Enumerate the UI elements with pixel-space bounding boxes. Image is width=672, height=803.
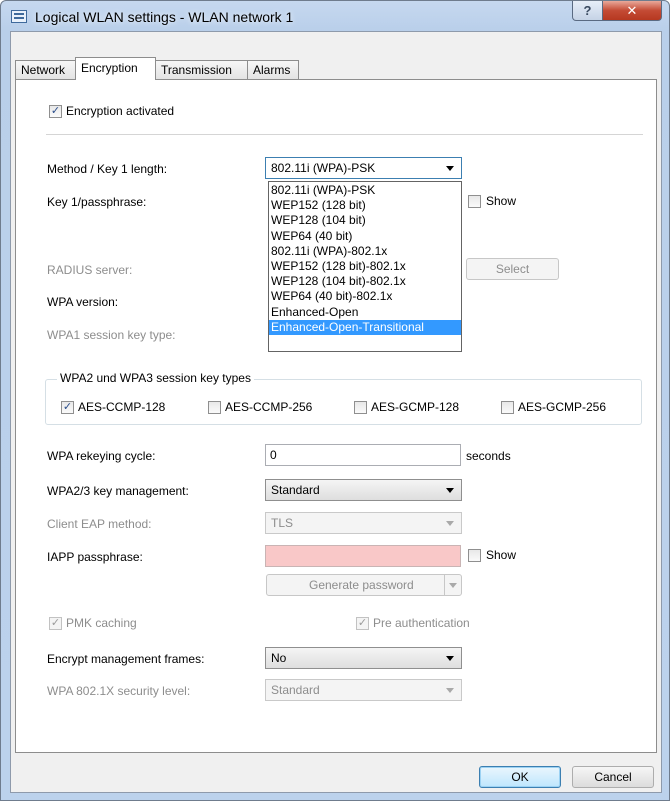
dialog-window: Logical WLAN settings - WLAN network 1 ?… (0, 0, 670, 801)
tab-network[interactable]: Network (15, 60, 76, 79)
tab-transmission[interactable]: Transmission (155, 60, 248, 79)
dropdown-option[interactable]: WEP128 (104 bit) (269, 213, 461, 228)
aes-ccmp-128-label: AES-CCMP-128 (78, 400, 166, 414)
client-eap-value: TLS (271, 516, 294, 530)
management-frames-combobox[interactable]: No (265, 647, 462, 669)
client-eap-label: Client EAP method: (47, 517, 152, 531)
wpa1-session-key-label: WPA1 session key type: (47, 328, 176, 342)
dropdown-option[interactable]: 802.11i (WPA)-PSK (269, 183, 461, 198)
pre-authentication-label: Pre authentication (373, 616, 470, 630)
aes-ccmp-256-checkbox[interactable] (208, 401, 221, 414)
management-frames-value: No (271, 651, 287, 665)
key-passphrase-label: Key 1/passphrase: (47, 195, 147, 209)
chevron-down-icon (446, 521, 454, 526)
help-button[interactable]: ? (572, 1, 603, 21)
dropdown-option[interactable]: Enhanced-Open (269, 305, 461, 320)
dropdown-option[interactable]: WEP64 (40 bit)-802.1x (269, 289, 461, 304)
rekeying-unit: seconds (466, 449, 511, 463)
dropdown-option[interactable]: WEP128 (104 bit)-802.1x (269, 274, 461, 289)
key-management-label: WPA2/3 key management: (47, 484, 189, 498)
chevron-down-icon (446, 166, 454, 171)
security-level-value: Standard (271, 683, 320, 697)
ok-button[interactable]: OK (479, 766, 561, 788)
security-level-label: WPA 802.1X security level: (47, 684, 191, 698)
pmk-caching-checkbox[interactable] (49, 617, 62, 630)
rekeying-label: WPA rekeying cycle: (47, 449, 156, 463)
show-key-checkbox[interactable] (468, 195, 481, 208)
management-frames-label: Encrypt management frames: (47, 652, 205, 666)
pre-authentication-checkbox[interactable] (356, 617, 369, 630)
show-iapp-checkbox[interactable] (468, 549, 481, 562)
encryption-activated-checkbox[interactable] (49, 105, 62, 118)
tab-alarms[interactable]: Alarms (247, 60, 299, 79)
chevron-down-icon (446, 688, 454, 693)
dropdown-option[interactable]: WEP152 (128 bit) (269, 198, 461, 213)
aes-ccmp-128-checkbox[interactable] (61, 401, 74, 414)
generate-password-button[interactable]: Generate password (266, 574, 462, 596)
key-management-value: Standard (271, 483, 320, 497)
chevron-down-icon (446, 488, 454, 493)
method-label: Method / Key 1 length: (47, 162, 168, 176)
aes-gcmp-128-checkbox[interactable] (354, 401, 367, 414)
dropdown-option[interactable]: 802.11i (WPA)-802.1x (269, 244, 461, 259)
aes-gcmp-128-label: AES-GCMP-128 (371, 400, 460, 414)
show-key-label: Show (486, 194, 517, 208)
dropdown-option[interactable]: WEP64 (40 bit) (269, 229, 461, 244)
chevron-down-icon[interactable] (444, 575, 461, 595)
method-value: 802.11i (WPA)-PSK (271, 161, 376, 175)
method-dropdown-list: 802.11i (WPA)-PSK WEP152 (128 bit) WEP12… (268, 181, 462, 352)
aes-gcmp-256-label: AES-GCMP-256 (518, 400, 607, 414)
method-combobox[interactable]: 802.11i (WPA)-PSK (265, 157, 462, 179)
separator (46, 134, 643, 135)
pmk-caching-label: PMK caching (66, 616, 137, 630)
window-title: Logical WLAN settings - WLAN network 1 (35, 9, 294, 25)
select-radius-button[interactable]: Select (466, 258, 559, 280)
iapp-label: IAPP passphrase: (47, 550, 143, 564)
dropdown-option-selected[interactable]: Enhanced-Open-Transitional (269, 319, 461, 335)
dropdown-option[interactable]: WEP152 (128 bit)-802.1x (269, 259, 461, 274)
show-iapp-label: Show (486, 548, 517, 562)
encryption-activated-label: Encryption activated (66, 104, 175, 118)
close-button[interactable]: ✕ (602, 1, 662, 21)
generate-password-label: Generate password (309, 578, 414, 592)
title-bar[interactable]: Logical WLAN settings - WLAN network 1 ?… (1, 1, 669, 31)
rekeying-input[interactable]: 0 (265, 444, 461, 466)
security-level-combobox[interactable]: Standard (265, 679, 462, 701)
chevron-down-icon (446, 656, 454, 661)
wpa-version-label: WPA version: (47, 295, 119, 309)
app-window-icon (11, 10, 27, 23)
aes-gcmp-256-checkbox[interactable] (501, 401, 514, 414)
radius-server-label: RADIUS server: (47, 263, 133, 277)
session-key-types-title: WPA2 und WPA3 session key types (57, 371, 254, 385)
cancel-button[interactable]: Cancel (572, 766, 654, 788)
key-management-combobox[interactable]: Standard (265, 479, 462, 501)
aes-ccmp-256-label: AES-CCMP-256 (225, 400, 313, 414)
tab-encryption[interactable]: Encryption (75, 57, 156, 80)
client-eap-combobox[interactable]: TLS (265, 512, 462, 534)
iapp-passphrase-input[interactable] (265, 545, 461, 567)
